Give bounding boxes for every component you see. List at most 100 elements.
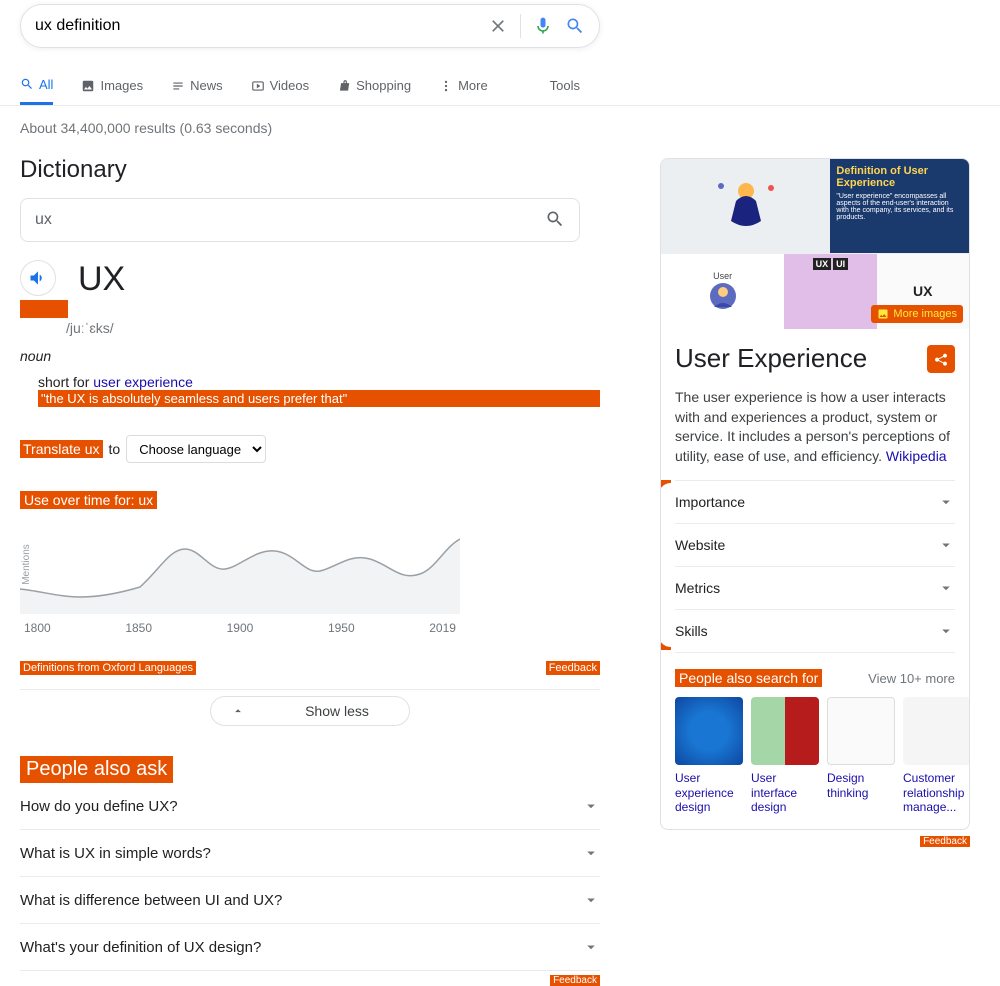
more-images-button[interactable]: More images — [871, 305, 963, 323]
tab-label: Shopping — [356, 78, 411, 93]
example-sentence: "the UX is absolutely seamless and users… — [38, 390, 600, 407]
chevron-up-icon — [231, 704, 245, 718]
definition-prefix: short for — [38, 374, 93, 390]
kp-image-tile[interactable]: User — [661, 253, 784, 330]
search-input[interactable] — [35, 17, 476, 35]
search-icon[interactable] — [545, 209, 565, 232]
dictionary-heading: Dictionary — [20, 156, 600, 184]
kp-accordion-label: Website — [675, 537, 725, 553]
tab-label: All — [39, 77, 53, 92]
definition: short for user experience — [38, 374, 600, 390]
chart-tick: 1800 — [24, 621, 51, 635]
image-icon — [877, 308, 889, 320]
kp-accordion-item[interactable]: Importance — [675, 480, 955, 523]
result-stats: About 34,400,000 results (0.63 seconds) — [0, 106, 1000, 136]
kp-title: User Experience — [675, 343, 867, 374]
kp-accordion-item[interactable]: Website — [675, 523, 955, 566]
tab-more[interactable]: More — [439, 66, 488, 105]
tab-videos[interactable]: Videos — [251, 66, 310, 105]
pronounce-button[interactable] — [20, 260, 56, 296]
tab-label: News — [190, 78, 223, 93]
chevron-down-icon — [937, 536, 955, 554]
paa-question[interactable]: What is UX in simple words? — [20, 830, 600, 877]
kp-tile-ux-text: UX — [913, 283, 932, 299]
kp-ux-badge: UX — [813, 258, 832, 270]
kp-accordion-label: Metrics — [675, 580, 720, 596]
view-more-link[interactable]: View 10+ more — [868, 671, 955, 686]
speaker-icon — [28, 268, 48, 288]
chart-tick: 2019 — [429, 621, 456, 635]
language-select[interactable]: Choose language — [126, 435, 266, 463]
tab-shopping[interactable]: Shopping — [337, 66, 411, 105]
wikipedia-link[interactable]: Wikipedia — [886, 448, 947, 464]
paa-question[interactable]: What is difference between UI and UX? — [20, 877, 600, 924]
kp-image-tile[interactable] — [661, 159, 830, 253]
feedback-link[interactable]: Feedback — [546, 661, 600, 675]
show-less-button[interactable]: Show less — [210, 696, 410, 726]
dictionary-input[interactable] — [35, 211, 545, 229]
share-button[interactable] — [927, 345, 955, 373]
pasf-thumb — [827, 697, 895, 765]
knowledge-panel: Definition of User Experience "User expe… — [660, 158, 970, 830]
chevron-down-icon — [582, 891, 600, 909]
chart-tick: 1900 — [227, 621, 254, 635]
voice-search-icon[interactable] — [533, 16, 553, 36]
headword: UX — [78, 260, 125, 299]
paa-question[interactable]: How do you define UX? — [20, 783, 600, 830]
paa-question-text: How do you define UX? — [20, 798, 178, 815]
pasf-card[interactable]: Customer relationship manage... — [903, 697, 970, 814]
paa-question[interactable]: What's your definition of UX design? — [20, 924, 600, 971]
paa-question-text: What's your definition of UX design? — [20, 939, 261, 956]
oxford-attribution[interactable]: Definitions from Oxford Languages — [20, 661, 196, 675]
kp-accordion-item[interactable]: Skills — [675, 609, 955, 653]
pasf-link[interactable]: User interface design — [751, 771, 819, 814]
paa-question-text: What is difference between UI and UX? — [20, 892, 282, 909]
pasf-card[interactable]: User experience design — [675, 697, 743, 814]
share-icon — [933, 351, 949, 367]
pasf-heading: People also search for — [675, 669, 822, 687]
tab-label: Videos — [270, 78, 310, 93]
use-over-time-label: Use over time for: ux — [20, 491, 157, 509]
pasf-card[interactable]: Design thinking — [827, 697, 895, 814]
pasf-thumb — [903, 697, 970, 765]
chart-tick: 1950 — [328, 621, 355, 635]
pronunciation: /juːˈɛks/ — [66, 320, 600, 336]
brace-annotation — [660, 480, 675, 650]
more-images-label: More images — [893, 308, 957, 320]
kp-image-grid[interactable]: Definition of User Experience "User expe… — [661, 159, 969, 329]
chevron-down-icon — [582, 938, 600, 956]
pasf-card[interactable]: User interface design — [751, 697, 819, 814]
ngram-chart: 1800 1850 1900 1950 2019 — [20, 519, 460, 635]
show-less-label: Show less — [305, 703, 369, 719]
chart-ylabel: Mentions — [21, 544, 32, 585]
feedback-link[interactable]: Feedback — [920, 836, 970, 847]
chevron-down-icon — [937, 579, 955, 597]
pasf-link[interactable]: Design thinking — [827, 771, 895, 800]
pasf-thumb — [675, 697, 743, 765]
search-bar[interactable] — [20, 4, 600, 48]
kp-tile-title: Definition of User Experience — [836, 165, 963, 189]
definition-link[interactable]: user experience — [93, 374, 193, 390]
pasf-link[interactable]: Customer relationship manage... — [903, 771, 970, 814]
chevron-down-icon — [937, 493, 955, 511]
tools-button[interactable]: Tools — [550, 66, 580, 105]
divider — [520, 14, 521, 38]
tab-all[interactable]: All — [20, 66, 53, 105]
part-of-speech: noun — [20, 348, 600, 364]
search-icon[interactable] — [565, 16, 585, 36]
kp-image-tile[interactable]: Definition of User Experience "User expe… — [830, 159, 969, 253]
tab-label: Tools — [550, 78, 580, 93]
kp-accordion-item[interactable]: Metrics — [675, 566, 955, 609]
tab-news[interactable]: News — [171, 66, 223, 105]
people-also-ask-heading: People also ask — [20, 756, 173, 783]
dictionary-search[interactable] — [20, 198, 580, 242]
kp-image-tile[interactable]: UX UI — [784, 253, 876, 330]
tab-images[interactable]: Images — [81, 66, 143, 105]
highlight-strip — [20, 300, 68, 318]
pasf-link[interactable]: User experience design — [675, 771, 743, 814]
kp-tile-user-label: User — [713, 271, 732, 281]
tabs: All Images News Videos Shopping More Too… — [0, 66, 1000, 106]
feedback-link[interactable]: Feedback — [550, 975, 600, 986]
clear-icon[interactable] — [488, 16, 508, 36]
paa-question-text: What is UX in simple words? — [20, 845, 211, 862]
